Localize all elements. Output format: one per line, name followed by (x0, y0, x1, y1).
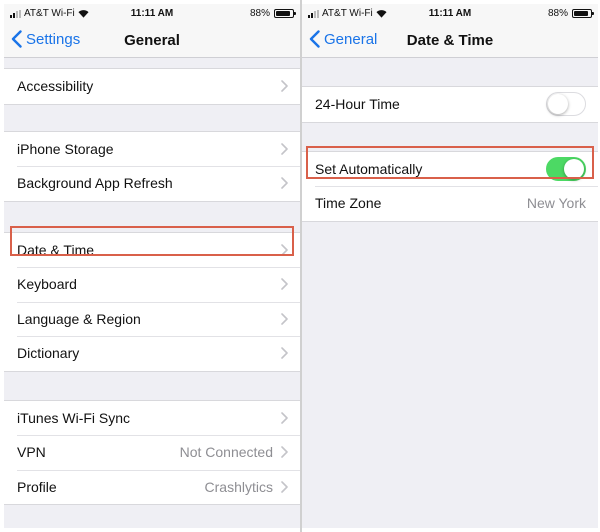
row-label: Accessibility (17, 78, 94, 95)
settings-row-dictionary[interactable]: Dictionary (4, 336, 300, 371)
settings-list: Accessibility iPhone Storage Background Ap… (4, 58, 300, 528)
battery-percent: 88% (249, 8, 270, 19)
date-time-list: 24-Hour Time Set Automatically Time Zone… (302, 58, 598, 528)
chevron-left-icon (11, 30, 22, 48)
row-24-hour-time: 24-Hour Time (302, 87, 598, 122)
24-hour-time-toggle[interactable] (546, 92, 586, 117)
settings-row-background-app-refresh[interactable]: Background App Refresh (4, 166, 300, 201)
row-label: Dictionary (17, 345, 80, 362)
settings-row-language-region[interactable]: Language & Region (4, 301, 300, 336)
nav-bar: Settings General (4, 22, 300, 58)
settings-row-vpn[interactable]: VPN Not Connected (4, 435, 300, 470)
row-value: Not Connected (179, 444, 273, 461)
settings-group: Date & Time Keyboard Language & Region Dict… (4, 231, 300, 372)
battery-icon (572, 9, 594, 18)
battery-icon (274, 9, 296, 18)
row-label: Time Zone (315, 195, 382, 212)
time-zone-value: New York (526, 195, 586, 212)
chevron-right-icon (281, 347, 288, 360)
hour-format-group: 24-Hour Time (302, 86, 598, 123)
settings-row-date-time[interactable]: Date & Time (4, 232, 300, 267)
chevron-right-icon (281, 312, 288, 325)
back-label: Settings (26, 30, 81, 48)
chevron-right-icon (281, 80, 288, 93)
row-time-zone[interactable]: Time Zone New York (302, 186, 598, 221)
date-time-screen: AT&T Wi-Fi 11:11 AM 88% General Date & T… (302, 4, 598, 528)
status-bar: AT&T Wi-Fi 11:11 AM 88% (302, 4, 598, 22)
auto-time-group: Set Automatically Time Zone New York (302, 150, 598, 222)
chevron-right-icon (281, 446, 288, 459)
chevron-right-icon (281, 278, 288, 291)
toggle-knob (564, 158, 584, 179)
settings-row-keyboard[interactable]: Keyboard (4, 267, 300, 302)
row-label: iPhone Storage (17, 140, 114, 157)
chevron-left-icon (309, 30, 320, 48)
chevron-right-icon (281, 243, 288, 256)
toggle-knob (548, 94, 568, 115)
row-set-automatically: Set Automatically (302, 151, 598, 186)
back-label: General (324, 30, 378, 48)
settings-row-profile[interactable]: Profile Crashlytics (4, 469, 300, 504)
row-label: Background App Refresh (17, 175, 173, 192)
row-label: 24-Hour Time (315, 96, 400, 113)
settings-row-accessibility[interactable]: Accessibility (4, 69, 300, 104)
row-label: Keyboard (17, 276, 77, 293)
row-label: Date & Time (17, 241, 95, 258)
general-settings-screen: AT&T Wi-Fi 11:11 AM 88% Settings General… (4, 4, 300, 528)
settings-group: iPhone Storage Background App Refresh (4, 130, 300, 202)
back-button-settings[interactable]: Settings (11, 30, 80, 48)
row-label: Profile (17, 478, 57, 495)
settings-group: iTunes Wi-Fi Sync VPN Not Connected Profile… (4, 399, 300, 505)
chevron-right-icon (281, 480, 288, 493)
status-bar: AT&T Wi-Fi 11:11 AM 88% (4, 4, 300, 22)
row-label: iTunes Wi-Fi Sync (17, 409, 131, 426)
row-label: VPN (17, 444, 46, 461)
settings-group: Accessibility (4, 68, 300, 105)
settings-row-itunes-wi-fi-sync[interactable]: iTunes Wi-Fi Sync (4, 400, 300, 435)
nav-bar: General Date & Time (302, 22, 598, 58)
chevron-right-icon (281, 177, 288, 190)
back-button-general[interactable]: General (309, 30, 377, 48)
settings-row-iphone-storage[interactable]: iPhone Storage (4, 131, 300, 166)
chevron-right-icon (281, 411, 288, 424)
set-automatically-toggle[interactable] (546, 156, 586, 181)
chevron-right-icon (281, 142, 288, 155)
row-label: Set Automatically (315, 160, 423, 177)
row-value: Crashlytics (204, 478, 273, 495)
row-label: Language & Region (17, 310, 141, 327)
battery-percent: 88% (547, 8, 568, 19)
